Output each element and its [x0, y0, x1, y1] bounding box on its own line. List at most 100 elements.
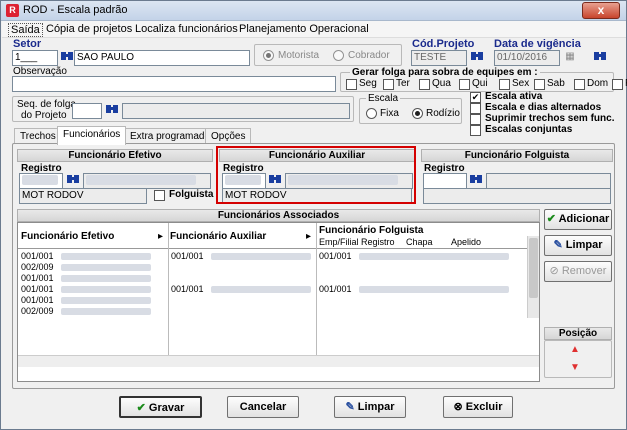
cell-efetivo-redacted: [61, 308, 151, 315]
gravar-button[interactable]: ✔ Gravar: [119, 396, 202, 418]
efetivo-registro-input[interactable]: [19, 173, 63, 189]
col-auxiliar[interactable]: Funcionário Auxiliar: [170, 231, 266, 242]
menu-localiza-funcionarios[interactable]: Localiza funcionários: [135, 23, 238, 35]
cell-folguista-redacted: [359, 253, 509, 260]
move-up-icon[interactable]: ▲: [570, 344, 580, 355]
check-icon: ✔: [546, 213, 556, 225]
subcol-apelido: Apelido: [451, 237, 482, 247]
cell-efetivo-redacted: [61, 264, 151, 271]
cobrador-radio[interactable]: [333, 50, 344, 61]
efetivo-search-icon[interactable]: [65, 173, 81, 188]
flag-checkbox-2[interactable]: [470, 114, 481, 125]
observacao-input[interactable]: [12, 76, 336, 92]
calendar-icon[interactable]: ▦: [562, 50, 578, 65]
seq-folga-label2: do Projeto: [21, 110, 67, 121]
efetivo-desc: MOT RODOV: [19, 188, 147, 204]
seq-folga-input[interactable]: [72, 103, 102, 119]
check-icon: ✔: [136, 402, 146, 414]
flag-checkbox-0[interactable]: ✔: [470, 92, 481, 103]
flag-label-0: Escala ativa: [485, 91, 543, 102]
trash-icon: ⊗: [453, 401, 463, 413]
folguista-registro-input[interactable]: [423, 173, 467, 189]
vigencia-search-icon[interactable]: [592, 50, 608, 65]
limpar-button[interactable]: ✎ Limpar: [334, 396, 406, 418]
rodizio-label: Rodízio: [426, 108, 460, 119]
fixa-radio[interactable]: [366, 108, 377, 119]
cell-efetivo-redacted: [61, 253, 151, 260]
table-row[interactable]: 002/009: [18, 262, 533, 273]
menu-saida[interactable]: Saída: [8, 23, 43, 37]
grid-vscrollbar[interactable]: [527, 236, 539, 318]
tab-funcionarios[interactable]: Funcionários: [57, 126, 127, 145]
limpar-side-button[interactable]: ✎ Limpar: [544, 235, 612, 256]
table-row[interactable]: 001/001 001/001 001/001: [18, 251, 533, 262]
cell-auxiliar: 001/001: [171, 284, 204, 294]
adicionar-label: Adicionar: [558, 213, 610, 225]
flag-checkbox-1[interactable]: [470, 103, 481, 114]
limpar-side-label: Limpar: [565, 239, 603, 251]
seq-folga-label1: Seq. de folga: [17, 99, 76, 110]
folga-qua-checkbox[interactable]: [419, 79, 430, 90]
projeto-input[interactable]: TESTE: [411, 50, 467, 66]
subcol-registro: Registro: [361, 237, 395, 247]
seq-folga-search-icon[interactable]: [104, 103, 120, 118]
app-icon: R: [6, 4, 19, 17]
folga-fer-checkbox[interactable]: [612, 79, 623, 90]
col-folguista[interactable]: Funcionário Folguista: [319, 225, 423, 236]
close-button[interactable]: x: [582, 2, 620, 19]
folguista-search-icon[interactable]: [468, 173, 484, 188]
move-down-icon[interactable]: ▼: [570, 362, 580, 373]
cancelar-button[interactable]: Cancelar: [227, 396, 299, 418]
menu-planejamento[interactable]: Planejamento Operacional: [239, 23, 369, 35]
folga-seg-checkbox[interactable]: [346, 79, 357, 90]
vigencia-input[interactable]: 01/10/2016: [494, 50, 560, 66]
setor-search-icon[interactable]: [59, 50, 75, 65]
remover-label: Remover: [561, 265, 607, 277]
folga-ter-checkbox[interactable]: [383, 79, 394, 90]
escala-label: Escala: [366, 93, 401, 104]
subcol-chapa: Chapa: [406, 237, 433, 247]
table-row[interactable]: 001/001: [18, 295, 533, 306]
table-row[interactable]: 001/001 001/001 001/001: [18, 284, 533, 295]
projeto-search-icon[interactable]: [469, 50, 485, 65]
associados-grid[interactable]: Funcionário Efetivo ▸ Funcionário Auxili…: [17, 222, 540, 382]
grid-hscrollbar[interactable]: [18, 355, 539, 367]
folga-sex-label: Sex: [512, 78, 530, 89]
col-efetivo[interactable]: Funcionário Efetivo: [21, 231, 114, 242]
cell-auxiliar: 001/001: [171, 251, 204, 261]
tab-trechos[interactable]: Trechos: [14, 128, 62, 144]
flag-label-2: Suprimir trechos sem func.: [485, 113, 615, 124]
tab-opcoes[interactable]: Opções: [205, 128, 252, 144]
setor-name-input[interactable]: SAO PAULO: [74, 50, 250, 66]
folga-qui-checkbox[interactable]: [459, 79, 470, 90]
cell-efetivo: 001/001: [21, 295, 54, 305]
cobrador-label: Cobrador: [348, 50, 390, 61]
folga-label: Gerar folga para sobra de equipes em :: [350, 67, 540, 78]
folguista-checkbox[interactable]: [154, 190, 165, 201]
folga-dom-label: Dom: [587, 78, 609, 89]
setor-code-input[interactable]: 1___: [12, 50, 58, 66]
menu-copia-projetos[interactable]: Cópia de projetos: [46, 23, 132, 35]
col-sort-2: ▸: [306, 231, 312, 242]
rodizio-radio[interactable]: [412, 108, 423, 119]
excluir-button[interactable]: ⊗ Excluir: [443, 396, 513, 418]
folga-sab-label: Sab: [547, 78, 565, 89]
efetivo-header: Funcionário Efetivo: [17, 149, 213, 162]
adicionar-button[interactable]: ✔ Adicionar: [544, 209, 612, 230]
tab-extra-programado[interactable]: Extra programado: [124, 128, 217, 144]
cell-folguista-redacted: [359, 286, 509, 293]
cell-efetivo: 001/001: [21, 273, 54, 283]
table-row[interactable]: 001/001: [18, 273, 533, 284]
folga-sab-checkbox[interactable]: [534, 79, 545, 90]
cell-folguista: 001/001: [319, 284, 352, 294]
window-title: ROD - Escala padrão: [23, 4, 128, 16]
table-row[interactable]: 002/009: [18, 306, 533, 317]
folguista-header: Funcionário Folguista: [421, 149, 613, 162]
folga-sex-checkbox[interactable]: [499, 79, 510, 90]
remover-button[interactable]: ⊘ Remover: [544, 261, 612, 282]
folga-dom-checkbox[interactable]: [574, 79, 585, 90]
flag-checkbox-3[interactable]: [470, 125, 481, 136]
excluir-label: Excluir: [465, 401, 503, 413]
vigencia-label: Data de vigência: [494, 38, 581, 50]
motorista-radio[interactable]: [263, 50, 274, 61]
